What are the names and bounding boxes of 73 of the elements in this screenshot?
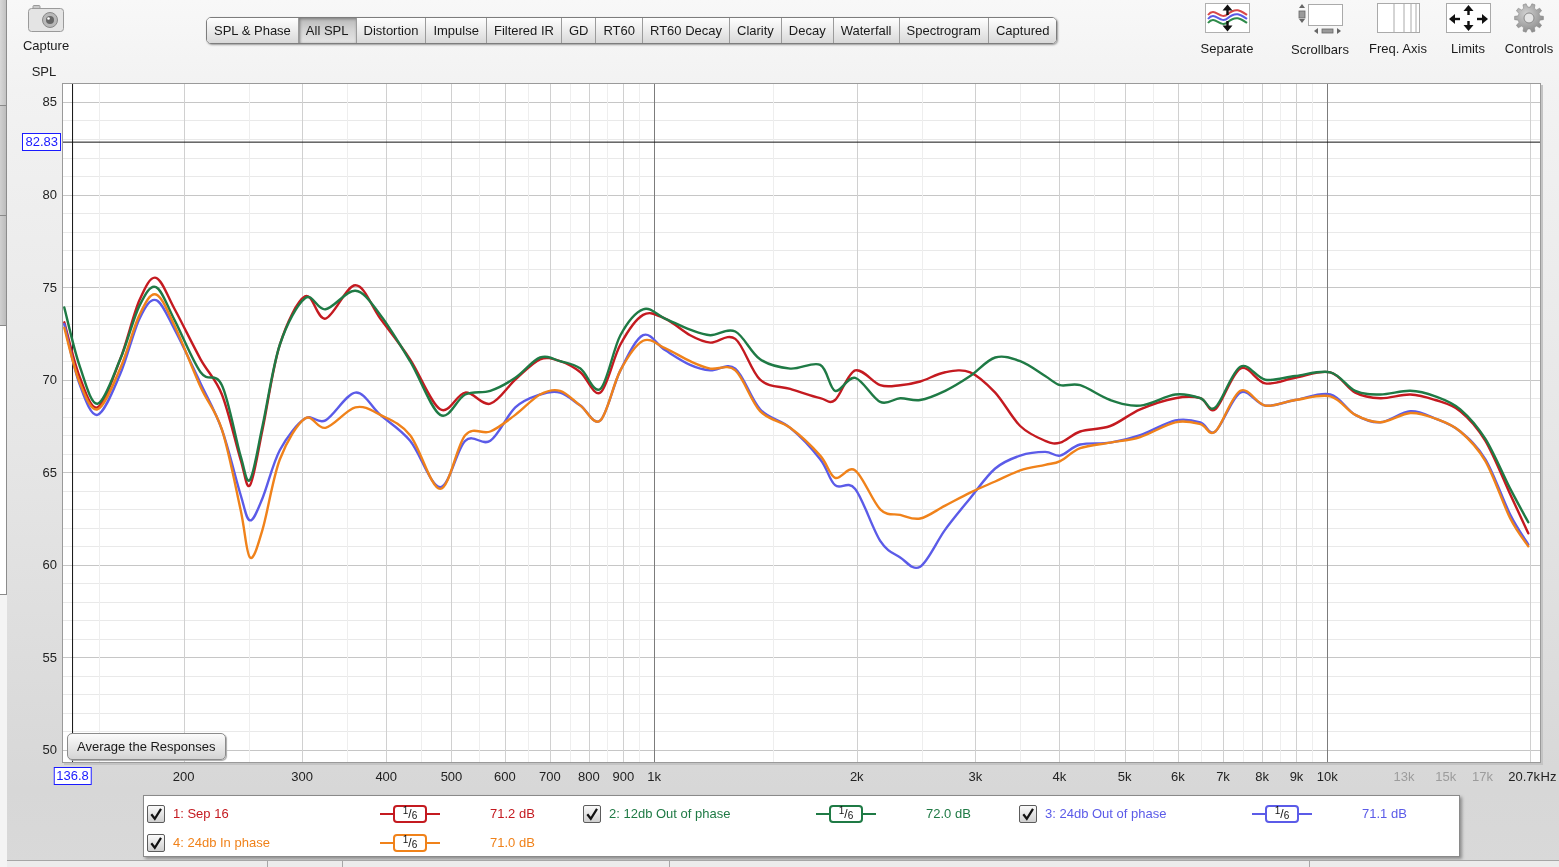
tab[interactable]: All SPL [298, 18, 357, 43]
axis-tick-label: 50 [42, 742, 57, 758]
tab[interactable]: GD [561, 18, 597, 43]
toolbar-button[interactable]: Freq. Axis [1361, 0, 1435, 58]
axis-tick-label: 5k [1117, 769, 1132, 784]
toolbar-button[interactable]: Controls [1501, 0, 1557, 58]
four-arrows-icon [1445, 3, 1491, 33]
axis-tick-label: 4k [1052, 769, 1067, 784]
axis-tick-label: 80 [42, 187, 57, 203]
axis-tick-label: 65 [42, 464, 57, 480]
level-reading: 71.1 dB [1362, 804, 1407, 823]
series-name: 3: 24db Out of phase [1045, 804, 1167, 823]
axis-tick-label: 13k [1393, 769, 1415, 784]
tab[interactable]: RT60 Decay [643, 18, 730, 43]
axis-tick-label: 2k [849, 769, 864, 784]
checkbox[interactable] [147, 833, 165, 852]
checkbox[interactable] [583, 804, 601, 823]
camera-icon [28, 5, 64, 32]
series-name: 4: 24db In phase [173, 833, 270, 852]
axis-tick-label: 15k [1435, 769, 1457, 784]
axis-tick-label: 70 [42, 372, 57, 388]
axis-tick-label: 300 [291, 769, 313, 784]
capture-button[interactable]: Capture [22, 0, 70, 54]
average-button[interactable]: Average the Responses [67, 733, 226, 760]
tab[interactable]: Filtered IR [486, 18, 562, 43]
axis-tick-label: 900 [612, 769, 635, 784]
series-name: 2: 12db Out of phase [609, 804, 731, 823]
tab[interactable]: SPL & Phase [207, 18, 299, 43]
tab[interactable]: Clarity [730, 18, 782, 43]
tab[interactable]: Impulse [426, 18, 487, 43]
axis-tick-label: 60 [42, 557, 57, 573]
tab[interactable]: RT60 [596, 18, 643, 43]
axis-tick-label: 55 [42, 649, 57, 665]
waves-arrows-icon [1204, 3, 1250, 33]
axis-tick-label: 600 [493, 769, 516, 784]
scrollbars-icon [1296, 3, 1344, 34]
cursor-readout: 136.8 [53, 767, 92, 785]
axis-tick-label: 700 [539, 769, 561, 784]
axis-tick-label: 400 [375, 769, 398, 784]
level-reading: 71.0 dB [490, 833, 535, 852]
cursor-line[interactable] [72, 83, 74, 763]
cursor-readout: 82.83 [22, 133, 61, 152]
checkbox[interactable] [147, 804, 165, 823]
level-reading: 71.2 dB [490, 804, 535, 823]
tab[interactable]: Distortion [356, 18, 427, 43]
toolbar-button[interactable]: Scrollbars [1281, 0, 1359, 58]
axis-tick-label: 800 [578, 769, 600, 784]
series-name: 1: Sep 16 [173, 804, 229, 823]
axis-tick-label: 500 [440, 769, 463, 784]
axis-tick-label: 10k [1316, 769, 1338, 784]
axis-tick-label: 3k [968, 769, 983, 784]
tab[interactable]: Spectrogram [899, 18, 989, 43]
axis-tick-label: 8k [1255, 769, 1269, 784]
axis-tick-label: 85 [42, 94, 57, 110]
axis-tick-label: 75 [42, 279, 57, 295]
axis-tick-label: 7k [1216, 769, 1230, 784]
tab[interactable]: Captured [988, 18, 1057, 43]
toolbar-button[interactable]: Separate [1187, 0, 1267, 58]
tab[interactable]: Waterfall [833, 18, 900, 43]
axis-tick-label: 6k [1171, 769, 1185, 784]
axis-unit-label: Hz [1540, 769, 1557, 784]
axis-tick-label: 9k [1289, 769, 1304, 784]
grid-columns-icon [1376, 3, 1420, 33]
axis-tick-label: 200 [172, 769, 195, 784]
settings-gear-icon [1514, 3, 1544, 33]
level-reading: 72.0 dB [926, 804, 971, 823]
axis-title: SPL [31, 64, 57, 79]
axis-tick-label: 1k [647, 769, 661, 784]
tab[interactable]: Decay [781, 18, 834, 43]
checkbox[interactable] [1019, 804, 1037, 823]
toolbar-button[interactable]: Limits [1437, 0, 1499, 58]
axis-tick-label: 20.7k [1508, 769, 1540, 784]
axis-tick-label: 17k [1471, 769, 1493, 784]
